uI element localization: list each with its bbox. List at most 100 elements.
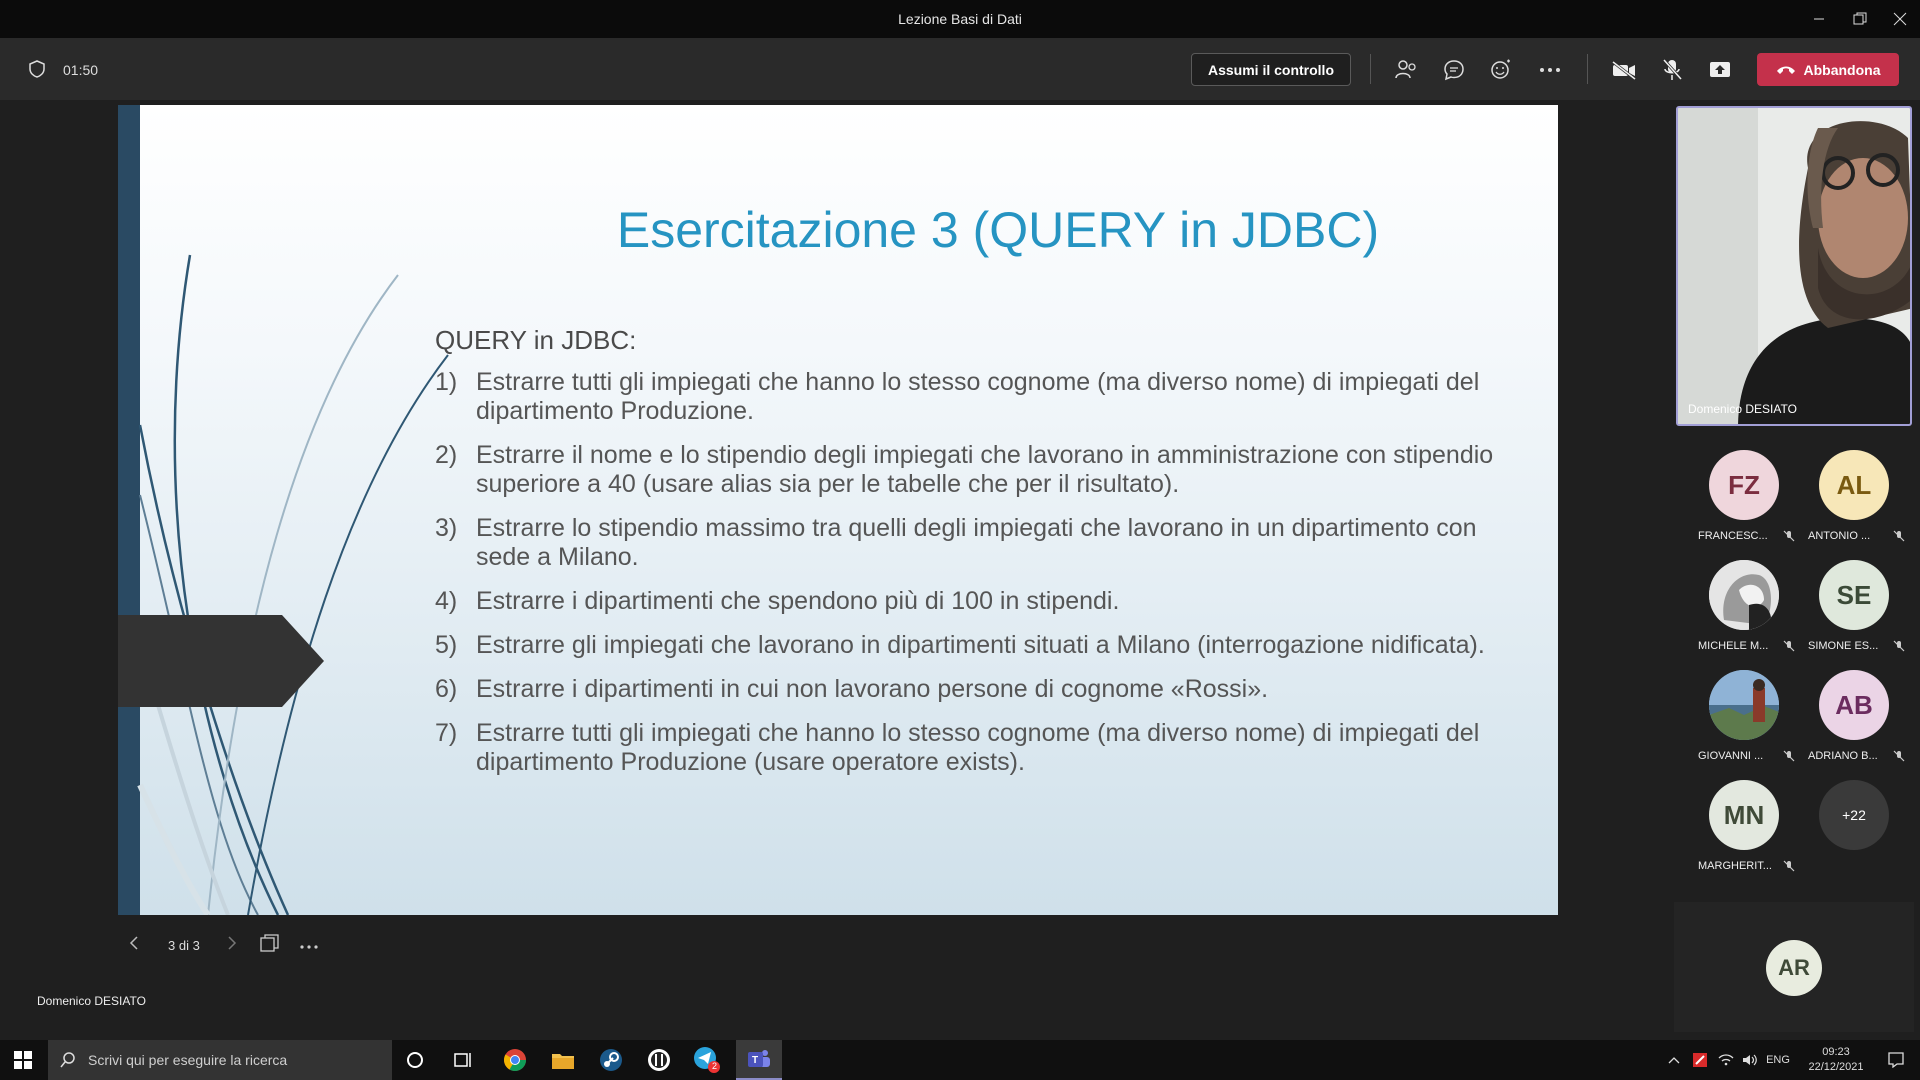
participant-tile[interactable]: FZ FRANCESC... — [1683, 450, 1795, 550]
presenter-video-tile[interactable]: Domenico DESIATO — [1676, 106, 1912, 426]
telegram-app[interactable]: 2 — [684, 1040, 730, 1080]
participant-name: MARGHERIT... — [1698, 860, 1772, 872]
item-text: Estrarre gli impiegati che lavorano in d… — [476, 631, 1485, 659]
antivirus-icon — [1693, 1053, 1707, 1067]
steam-icon — [600, 1049, 622, 1071]
leave-button[interactable]: Abbandona — [1757, 53, 1899, 86]
avatar: AR — [1766, 940, 1822, 996]
camera-toggle-button[interactable] — [1610, 56, 1638, 84]
item-number: 6) — [435, 675, 458, 703]
slide-list-item: 4) Estrarre i dipartimenti che spendono p… — [435, 587, 1495, 616]
item-text: Estrarre tutti gli impiegati che hanno l… — [476, 368, 1480, 425]
participant-name: SIMONE ES... — [1808, 640, 1879, 652]
start-button[interactable] — [0, 1040, 46, 1080]
participant-tile[interactable]: AL ANTONIO ... — [1793, 450, 1905, 550]
camera-off-icon — [1612, 60, 1636, 80]
take-control-button[interactable]: Assumi il controllo — [1191, 53, 1351, 86]
mic-toggle-button[interactable] — [1658, 56, 1686, 84]
clock[interactable]: 09:23 22/12/2021 — [1800, 1040, 1872, 1080]
participant-tile[interactable]: SE SIMONE ES... — [1793, 560, 1905, 660]
wifi-icon — [1718, 1054, 1734, 1066]
item-number: 4) — [435, 587, 458, 615]
chat-button[interactable] — [1440, 56, 1468, 84]
show-hidden-icons-button[interactable] — [1662, 1040, 1686, 1080]
clock-date: 22/12/2021 — [1808, 1061, 1864, 1073]
close-button[interactable] — [1885, 6, 1915, 32]
participant-tile[interactable]: MN MARGHERIT... — [1683, 780, 1795, 880]
presenter-video-image — [1678, 108, 1910, 424]
more-participants-tile[interactable]: +22 — [1793, 780, 1903, 880]
avatar: MN — [1709, 780, 1779, 850]
people-button[interactable] — [1392, 56, 1420, 84]
next-slide-button[interactable] — [226, 935, 260, 956]
cortana-button[interactable] — [392, 1040, 438, 1080]
slide-list-item: 7) Estrarre tutti gli impiegati che hanno… — [435, 719, 1495, 777]
item-number: 7) — [435, 719, 458, 747]
restore-button[interactable] — [1845, 6, 1875, 32]
network-button[interactable] — [1714, 1040, 1738, 1080]
slide-thumbnails-button[interactable] — [260, 933, 300, 957]
prev-slide-button[interactable] — [128, 935, 152, 956]
steam-app[interactable] — [588, 1040, 634, 1080]
profile-photo — [1709, 670, 1779, 740]
toolbar-divider — [1587, 54, 1588, 84]
window-title: Lezione Basi di Dati — [898, 11, 1022, 27]
clock-time: 09:23 — [1822, 1046, 1850, 1058]
avatar: AL — [1819, 450, 1889, 520]
participant-tile[interactable]: MICHELE M... — [1683, 560, 1795, 660]
presenter-name-label: Domenico DESIATO — [37, 994, 146, 1008]
task-view-button[interactable] — [440, 1040, 486, 1080]
restore-icon — [1853, 12, 1867, 25]
meeting-timer: 01:50 — [63, 62, 99, 78]
minimize-icon — [1814, 18, 1824, 20]
participant-name: ANTONIO ... — [1808, 530, 1871, 542]
chrome-app[interactable] — [492, 1040, 538, 1080]
taskbar-search[interactable]: Scrivi qui per eseguire la ricerca — [48, 1040, 392, 1080]
teams-app[interactable]: T — [736, 1040, 782, 1080]
slide-list-item: 6) Estrarre i dipartimenti in cui non lav… — [435, 675, 1495, 704]
avatar: SE — [1819, 560, 1889, 630]
toolbar-divider — [1370, 54, 1371, 84]
chevron-up-icon — [1668, 1057, 1680, 1064]
thumbnails-icon — [260, 933, 279, 952]
file-explorer-app[interactable] — [540, 1040, 586, 1080]
more-icon — [300, 945, 318, 949]
avatar: FZ — [1709, 450, 1779, 520]
participant-name: MICHELE M... — [1698, 640, 1769, 652]
overflow-count: +22 — [1819, 780, 1889, 850]
minimize-button[interactable] — [1804, 6, 1834, 32]
meeting-toolbar: 01:50 Assumi il controllo Abbandona — [0, 38, 1920, 100]
language-indicator[interactable]: ENG — [1764, 1040, 1792, 1080]
reactions-icon — [1491, 59, 1510, 79]
slide-more-button[interactable] — [300, 936, 330, 954]
slide-list-item: 1) Estrarre tutti gli impiegati che hanno… — [435, 368, 1495, 426]
mic-off-icon — [1662, 58, 1683, 81]
item-text: Estrarre il nome e lo stipendio degli im… — [476, 441, 1494, 498]
item-number: 5) — [435, 631, 458, 659]
volume-button[interactable] — [1738, 1040, 1762, 1080]
volume-icon — [1743, 1054, 1757, 1066]
pinned-app[interactable] — [636, 1040, 682, 1080]
item-number: 2) — [435, 441, 458, 469]
slide-arrow-shape — [118, 615, 324, 707]
share-screen-button[interactable] — [1706, 56, 1734, 84]
slide-subtitle: QUERY in JDBC: — [435, 325, 637, 355]
avatar — [1709, 670, 1779, 740]
share-icon — [1710, 62, 1730, 77]
avatar — [1709, 560, 1779, 630]
participant-tile[interactable]: AB ADRIANO B... — [1793, 670, 1905, 770]
folder-icon — [552, 1054, 574, 1069]
tray-app[interactable] — [1688, 1040, 1712, 1080]
notifications-button[interactable] — [1876, 1040, 1916, 1080]
hang-up-icon — [1776, 66, 1795, 74]
item-number: 1) — [435, 368, 458, 396]
slide-list-item: 2) Estrarre il nome e lo stipendio degli … — [435, 441, 1495, 499]
self-view-tile[interactable]: AR — [1674, 902, 1914, 1032]
more-options-button[interactable] — [1536, 56, 1564, 84]
reactions-button[interactable] — [1488, 56, 1516, 84]
participant-tile[interactable]: GIOVANNI ... — [1683, 670, 1795, 770]
leave-label: Abbandona — [1803, 61, 1881, 78]
window-titlebar: Lezione Basi di Dati — [0, 0, 1920, 38]
telegram-badge: 2 — [712, 1061, 718, 1071]
teams-icon: T — [748, 1050, 770, 1067]
